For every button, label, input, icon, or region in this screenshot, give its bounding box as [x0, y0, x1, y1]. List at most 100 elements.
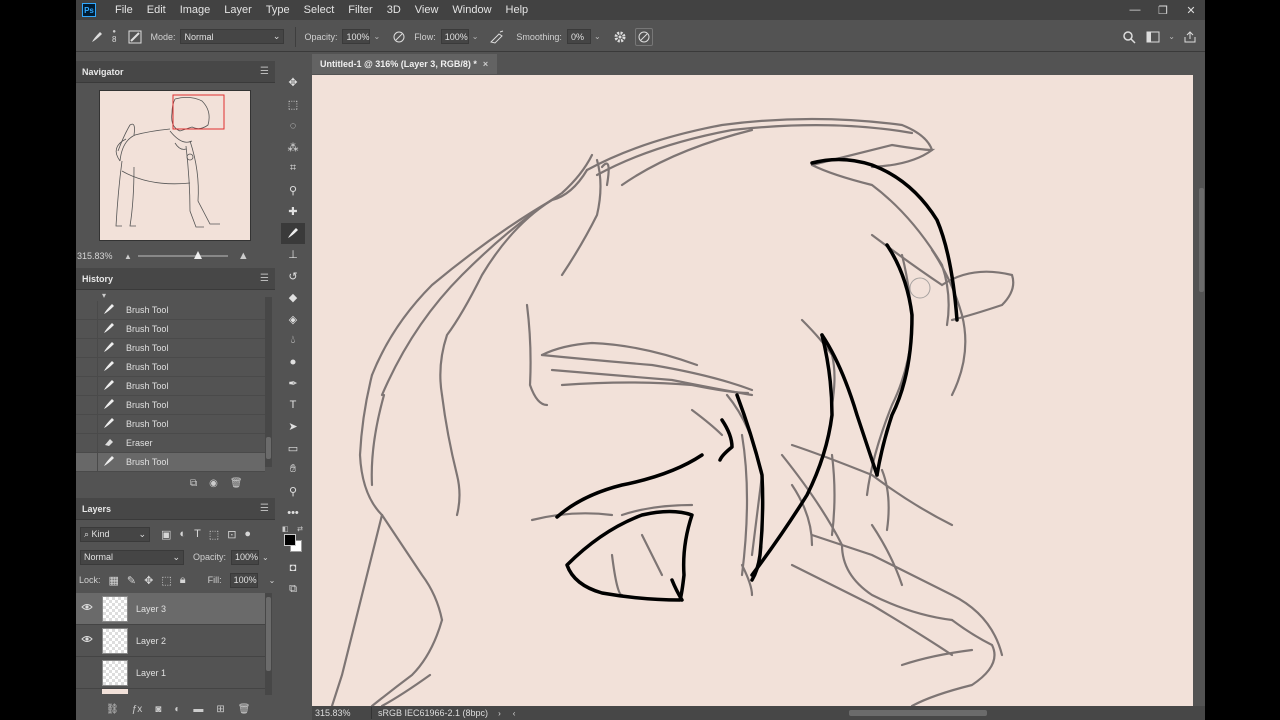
chevron-down-icon[interactable]: ⌄ — [1168, 32, 1175, 41]
chevron-down-icon[interactable]: ⌄ — [472, 32, 479, 41]
menu-filter[interactable]: Filter — [341, 4, 379, 16]
chevron-down-icon[interactable]: ⌄ — [269, 576, 276, 585]
history-snapshot-toggle[interactable] — [76, 414, 98, 434]
history-brush-tool-icon[interactable]: ↺ — [281, 266, 305, 288]
canvas-horizontal-scrollbar[interactable] — [519, 709, 1195, 717]
shape-tool-icon[interactable]: ▭ — [281, 438, 305, 460]
trash-icon[interactable]: 🗑︎ — [230, 478, 243, 489]
zoom-out-icon[interactable]: ▲ — [124, 252, 132, 261]
brush-size-picker[interactable]: ● 8 — [112, 29, 116, 44]
link-icon[interactable]: ⛓︎ — [106, 704, 119, 715]
menu-edit[interactable]: Edit — [140, 4, 173, 16]
eye-icon[interactable] — [76, 635, 98, 646]
fill-input[interactable]: 100% — [229, 572, 258, 588]
navigator-zoom-slider[interactable] — [137, 251, 228, 259]
pressure-opacity-icon[interactable] — [390, 28, 408, 46]
blur-tool-icon[interactable]: 💧︎ — [281, 330, 305, 352]
foreground-color-swatch[interactable] — [284, 533, 296, 546]
history-item[interactable]: Brush Tool — [76, 357, 265, 377]
history-item[interactable]: Brush Tool — [76, 395, 265, 415]
path-selection-tool-icon[interactable]: ➤ — [281, 416, 305, 438]
zoom-in-icon[interactable]: ▲ — [238, 250, 249, 262]
new-layer-icon[interactable]: ⊞ — [216, 704, 224, 715]
lock-position-icon[interactable]: ✥ — [144, 574, 153, 587]
chevron-down-icon[interactable]: ⌄ — [594, 32, 601, 41]
menu-image[interactable]: Image — [173, 4, 218, 16]
airbrush-icon[interactable] — [488, 28, 506, 46]
scrollbar-thumb[interactable] — [266, 437, 271, 459]
status-zoom[interactable]: 315.83% — [315, 708, 371, 718]
gear-icon[interactable] — [611, 28, 629, 46]
zoom-tool-icon[interactable]: ⚲ — [281, 481, 305, 503]
pixel-filter-icon[interactable]: ▣ — [161, 528, 171, 541]
menu-layer[interactable]: Layer — [217, 4, 259, 16]
lock-artboard-icon[interactable]: ⬚ — [161, 574, 171, 587]
lock-all-icon[interactable]: 🔒︎ — [180, 574, 186, 587]
quick-mask-icon[interactable]: ◘ — [281, 558, 305, 580]
panel-menu-icon[interactable]: ☰ — [260, 273, 269, 284]
brush-tool-icon[interactable] — [281, 222, 305, 244]
menu-file[interactable]: File — [108, 4, 140, 16]
brush-preset-icon[interactable] — [88, 28, 106, 46]
dodge-tool-icon[interactable]: ⚫︎ — [281, 352, 305, 374]
type-filter-icon[interactable]: T — [194, 528, 201, 540]
layer-row[interactable]: Layer 3 — [76, 593, 265, 625]
default-colors-icon[interactable]: ◧ — [282, 525, 289, 533]
adjustment-layer-icon[interactable]: ◐ — [174, 704, 180, 715]
restore-button[interactable]: ❐ — [1149, 0, 1177, 20]
blend-mode-select[interactable]: Normal ⌄ — [80, 549, 184, 565]
layer-row[interactable]: Layer 1 — [76, 657, 265, 689]
magic-wand-tool-icon[interactable]: ⁂ — [281, 137, 305, 159]
panel-menu-icon[interactable]: ☰ — [260, 66, 269, 77]
move-tool-icon[interactable]: ✥ — [281, 72, 305, 94]
eye-icon[interactable] — [76, 603, 98, 614]
history-snapshot-toggle[interactable] — [76, 376, 98, 396]
type-tool-icon[interactable]: T — [281, 395, 305, 417]
flow-input[interactable]: 100% — [440, 29, 469, 44]
history-scrollbar[interactable] — [265, 297, 272, 467]
menu-help[interactable]: Help — [499, 4, 536, 16]
menu-window[interactable]: Window — [445, 4, 498, 16]
brush-settings-icon[interactable] — [126, 28, 144, 46]
history-snapshot-toggle[interactable] — [76, 395, 98, 415]
history-snapshot-toggle[interactable] — [76, 319, 98, 339]
search-icon[interactable] — [1120, 28, 1138, 46]
menu-view[interactable]: View — [408, 4, 446, 16]
status-arrow-icon[interactable]: › — [498, 709, 501, 718]
eyedropper-tool-icon[interactable]: ⚲ — [281, 180, 305, 202]
panel-menu-icon[interactable]: ☰ — [260, 503, 269, 514]
pen-tool-icon[interactable]: ✒ — [281, 373, 305, 395]
scrollbar-thumb[interactable] — [1199, 188, 1204, 292]
menu-type[interactable]: Type — [259, 4, 297, 16]
paint-bucket-tool-icon[interactable]: ◈ — [281, 309, 305, 331]
healing-brush-tool-icon[interactable]: ✚ — [281, 201, 305, 223]
workspace-icon[interactable] — [1144, 28, 1162, 46]
history-item[interactable]: Brush Tool — [76, 452, 265, 472]
camera-icon[interactable]: ◉ — [209, 478, 218, 489]
history-item[interactable]: Brush Tool — [76, 414, 265, 434]
scrollbar-thumb[interactable] — [849, 710, 988, 716]
layer-name[interactable]: Layer 1 — [136, 668, 166, 678]
close-tab-icon[interactable]: × — [483, 59, 488, 69]
crop-tool-icon[interactable]: ⌗ — [281, 158, 305, 180]
history-snapshot-toggle[interactable] — [76, 433, 98, 453]
canvas-vertical-scrollbar[interactable] — [1198, 74, 1205, 706]
layer-opacity-input[interactable]: 100% — [231, 549, 260, 565]
smoothing-input[interactable]: 0% — [566, 29, 591, 44]
drawing-canvas[interactable] — [312, 75, 1193, 706]
minimize-button[interactable]: — — [1121, 0, 1149, 20]
clone-stamp-tool-icon[interactable]: ⊥ — [281, 244, 305, 266]
filter-toggle-icon[interactable]: ● — [244, 528, 251, 540]
pressure-size-icon[interactable] — [634, 27, 653, 46]
navigator-thumbnail[interactable] — [99, 90, 251, 241]
lock-transparent-icon[interactable]: ▦ — [109, 574, 119, 587]
chevron-down-icon[interactable]: ⌄ — [262, 553, 269, 562]
layer-name[interactable]: Layer 3 — [136, 604, 166, 614]
history-snapshot-toggle[interactable] — [76, 452, 98, 472]
swap-colors-icon[interactable]: ⇄ — [297, 525, 303, 533]
slider-handle[interactable] — [193, 251, 202, 259]
history-item[interactable]: Brush Tool — [76, 338, 265, 358]
opacity-input[interactable]: 100% — [342, 29, 371, 44]
navigator-zoom-value[interactable]: 315.83% — [76, 251, 124, 261]
mode-select[interactable]: Normal ⌄ — [180, 29, 285, 44]
